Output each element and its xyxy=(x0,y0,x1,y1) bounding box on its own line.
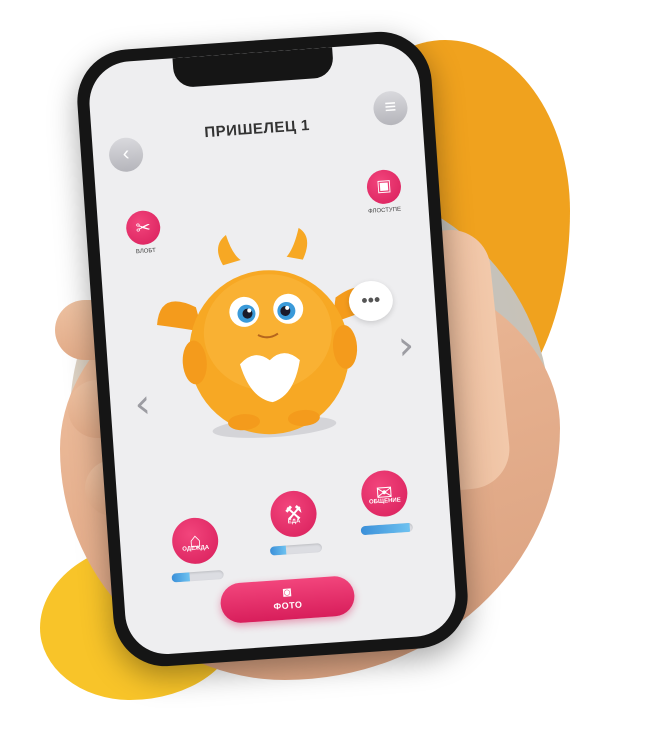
communication-button[interactable]: ✉ xyxy=(359,469,409,519)
progress-fill xyxy=(171,572,191,583)
chevron-left-icon: ‹ xyxy=(121,142,131,165)
next-arrow-icon[interactable]: › xyxy=(397,322,416,369)
clothes-button[interactable]: ⌂ xyxy=(170,516,220,566)
menu-icon: ≡ xyxy=(383,95,398,119)
monster-left-horn xyxy=(218,234,241,266)
tools-icon: ✂ xyxy=(134,217,152,239)
ellipsis-icon: ••• xyxy=(360,289,381,311)
stat-food[interactable]: ⚒ ЕДА xyxy=(257,489,331,557)
clothes-progress-bar xyxy=(171,569,224,583)
food-progress-bar xyxy=(269,543,323,556)
food-button[interactable]: ⚒ xyxy=(269,489,319,539)
previous-arrow-icon[interactable]: ‹ xyxy=(133,381,152,428)
backpack-icon: ▣ xyxy=(375,177,393,196)
communication-progress-bar xyxy=(360,522,414,536)
stat-clothes[interactable]: ⌂ ОДЕЖДА xyxy=(159,515,233,583)
page-title: ПРИШЕЛЕЦ 1 xyxy=(203,116,311,142)
alien-monster-character[interactable] xyxy=(150,215,386,460)
progress-fill xyxy=(360,522,411,536)
backpack-button[interactable]: ▣ xyxy=(365,168,403,205)
stat-communication[interactable]: ✉ ОБЩЕНИЕ xyxy=(348,468,422,536)
progress-fill xyxy=(269,545,286,556)
phone-notch xyxy=(171,47,334,89)
smartphone: ПРИШЕЛЕЦ 1 ‹ ≡ ✂ ВЛОБТ ▣ ФЛОСТУПЕ ‹ › ••… xyxy=(73,28,472,670)
monster-right-horn xyxy=(286,227,308,260)
photo-button[interactable]: ◙ ФОТО xyxy=(219,574,356,625)
phone-screen: ПРИШЕЛЕЦ 1 ‹ ≡ ✂ ВЛОБТ ▣ ФЛОСТУПЕ ‹ › ••… xyxy=(86,41,459,657)
